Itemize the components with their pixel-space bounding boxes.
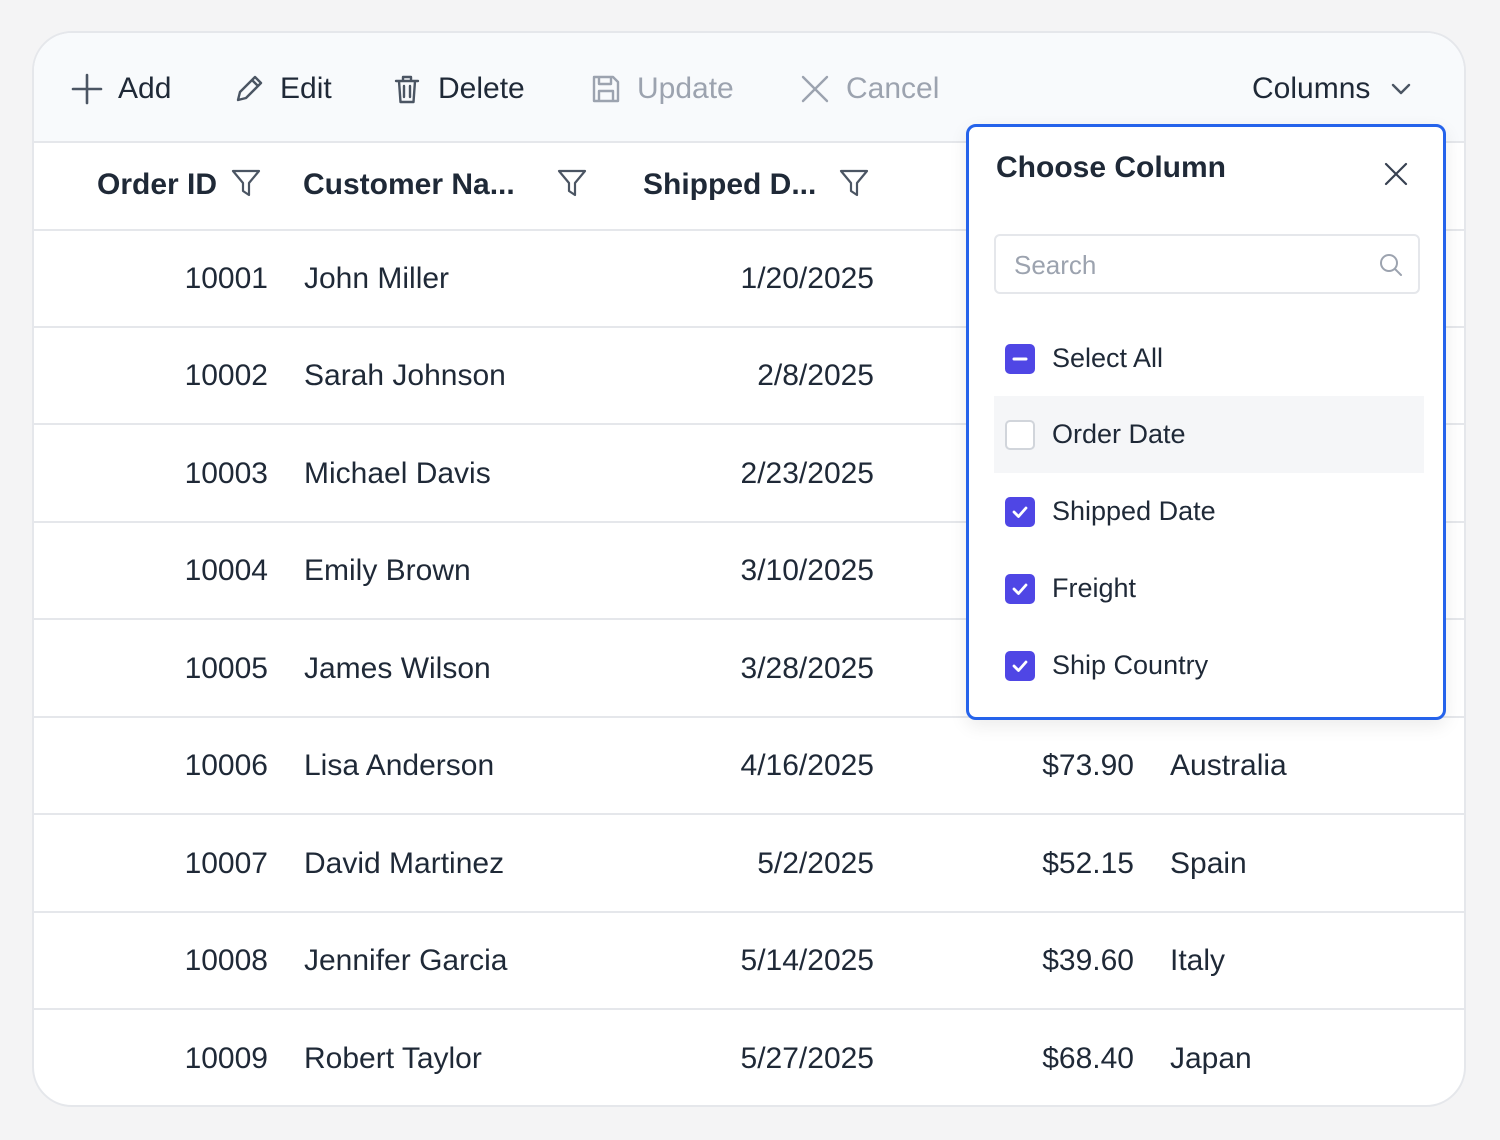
cell-ship-country: Spain [1170, 846, 1247, 880]
option-ship-country[interactable]: Ship Country [994, 627, 1424, 704]
popup-title: Choose Column [996, 151, 1226, 184]
cell-order-id: 10006 [184, 748, 268, 782]
search-box [994, 234, 1420, 294]
edit-label: Edit [280, 72, 332, 105]
cell-customer-name: Emily Brown [304, 553, 471, 587]
checkbox-checked[interactable] [1005, 496, 1035, 527]
option-label: Select All [1052, 343, 1164, 373]
close-icon [801, 75, 829, 103]
cell-freight: $39.60 [1042, 943, 1134, 977]
option-label: Ship Country [1052, 650, 1209, 680]
table-row[interactable]: 10009 Robert Taylor 5/27/2025 $68.40 Jap… [34, 1011, 1464, 1105]
pencil-icon [236, 75, 263, 102]
cell-order-id: 10004 [184, 553, 268, 587]
cell-order-id: 10008 [184, 943, 268, 977]
cancel-label: Cancel [846, 72, 940, 105]
header-shipped-date[interactable]: Shipped D... [643, 141, 816, 229]
edit-button[interactable]: Edit [232, 69, 332, 109]
checkbox-partial[interactable] [1005, 343, 1035, 374]
cell-order-id: 10002 [184, 358, 268, 392]
cell-shipped-date: 2/8/2025 [757, 358, 874, 392]
cell-shipped-date: 1/20/2025 [740, 261, 874, 295]
cell-customer-name: Sarah Johnson [304, 358, 506, 392]
filter-icon[interactable] [838, 167, 870, 199]
cell-order-id: 10009 [184, 1041, 268, 1075]
plus-icon [71, 73, 103, 105]
cell-ship-country: Italy [1170, 943, 1226, 977]
column-chooser-popup: Choose Column Select All Order Date Ship… [966, 124, 1446, 720]
cell-freight: $73.90 [1042, 748, 1134, 782]
add-button[interactable]: Add [70, 69, 171, 109]
minus-icon [1012, 357, 1028, 360]
cell-shipped-date: 3/10/2025 [740, 553, 874, 587]
cell-customer-name: John Miller [304, 261, 450, 295]
cell-freight: $52.15 [1042, 846, 1134, 880]
cell-order-id: 10003 [184, 456, 268, 490]
columns-label: Columns [1252, 72, 1371, 105]
option-label: Order Date [1052, 419, 1186, 449]
close-icon[interactable] [1383, 161, 1409, 187]
cancel-button[interactable]: Cancel [798, 69, 939, 109]
cell-order-id: 10001 [184, 261, 268, 295]
cell-customer-name: David Martinez [304, 846, 505, 880]
option-order-date[interactable]: Order Date [994, 396, 1424, 473]
option-label: Shipped Date [1052, 496, 1216, 526]
check-icon [1012, 583, 1028, 595]
cell-order-id: 10005 [184, 651, 268, 685]
update-button[interactable]: Update [589, 69, 734, 109]
checkbox-checked[interactable] [1005, 573, 1035, 604]
checkbox-checked[interactable] [1005, 650, 1035, 681]
cell-customer-name: James Wilson [304, 651, 491, 685]
columns-button[interactable]: Columns [1252, 69, 1414, 109]
filter-icon[interactable] [556, 167, 588, 199]
table-row[interactable]: 10008 Jennifer Garcia 5/14/2025 $39.60 I… [34, 913, 1464, 1010]
filter-icon[interactable] [230, 167, 262, 199]
option-select-all[interactable]: Select All [994, 320, 1424, 397]
check-icon [1012, 660, 1028, 672]
save-icon [592, 75, 620, 103]
table-row[interactable]: 10007 David Martinez 5/2/2025 $52.15 Spa… [34, 816, 1464, 913]
add-label: Add [118, 72, 172, 105]
cell-customer-name: Jennifer Garcia [304, 943, 508, 977]
cell-customer-name: Michael Davis [304, 456, 491, 490]
search-input[interactable] [1012, 236, 1356, 294]
cell-shipped-date: 4/16/2025 [740, 748, 874, 782]
cell-shipped-date: 5/14/2025 [740, 943, 874, 977]
cell-order-id: 10007 [184, 846, 268, 880]
update-label: Update [637, 72, 734, 105]
trash-icon [394, 75, 420, 104]
cell-ship-country: Japan [1170, 1041, 1252, 1075]
delete-label: Delete [438, 72, 525, 105]
cell-ship-country: Australia [1170, 748, 1287, 782]
option-shipped-date[interactable]: Shipped Date [994, 473, 1424, 550]
cell-customer-name: Lisa Anderson [304, 748, 495, 782]
header-order-id[interactable]: Order ID [97, 141, 217, 229]
cell-freight: $68.40 [1042, 1041, 1134, 1075]
cell-shipped-date: 3/28/2025 [740, 651, 874, 685]
cell-shipped-date: 2/23/2025 [740, 456, 874, 490]
search-icon [1380, 254, 1402, 276]
check-icon [1012, 506, 1028, 518]
header-customer-name[interactable]: Customer Na... [303, 141, 515, 229]
chevron-down-icon [1392, 83, 1411, 95]
option-freight[interactable]: Freight [994, 550, 1424, 627]
checkbox-unchecked[interactable] [1005, 419, 1035, 450]
delete-button[interactable]: Delete [390, 69, 525, 109]
table-row[interactable]: 10006 Lisa Anderson 4/16/2025 $73.90 Aus… [34, 718, 1464, 815]
cell-shipped-date: 5/27/2025 [740, 1041, 874, 1075]
option-label: Freight [1052, 573, 1137, 603]
cell-customer-name: Robert Taylor [304, 1041, 482, 1075]
cell-shipped-date: 5/2/2025 [757, 846, 874, 880]
